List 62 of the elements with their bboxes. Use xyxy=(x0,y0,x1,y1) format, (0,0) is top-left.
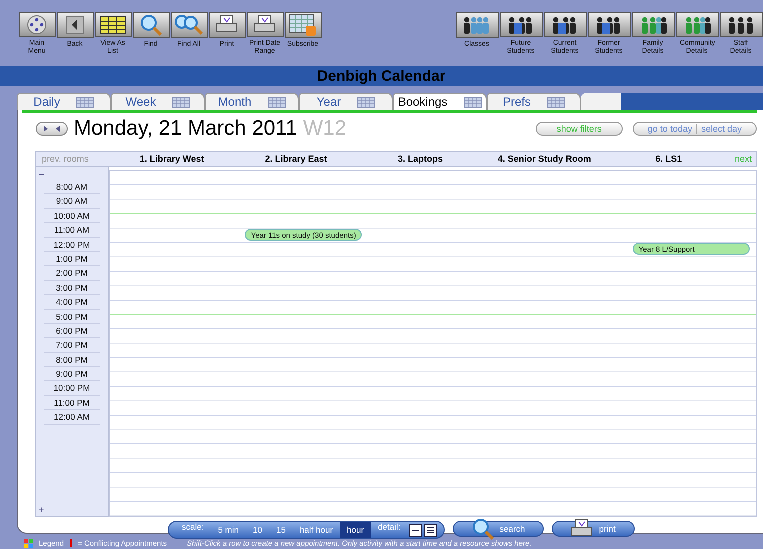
full-detail-icon[interactable] xyxy=(424,524,437,536)
time-label: 11:00 PM xyxy=(44,396,100,410)
magnifiers-icon xyxy=(174,14,204,36)
grid-icon xyxy=(357,96,376,108)
view-tab[interactable]: Week xyxy=(111,93,205,110)
back-icon xyxy=(66,16,84,34)
room-header: 4. Senior Study Room xyxy=(496,154,592,164)
prev-next-arrows-icon[interactable] xyxy=(36,122,68,136)
conflict-marker xyxy=(70,539,72,547)
grid-icon xyxy=(547,96,565,108)
view-tab[interactable]: Daily xyxy=(17,93,111,110)
room-header: 6. LS1 xyxy=(654,154,684,164)
time-label: 6:00 PM xyxy=(44,324,100,338)
time-label: 2:00 PM xyxy=(44,266,100,281)
calendar-title: Denbigh Calendar xyxy=(0,66,763,86)
grid-icon xyxy=(172,96,190,108)
list-icon xyxy=(100,16,126,34)
time-label: 11:00 AM xyxy=(44,223,100,238)
calendar-feed-icon xyxy=(289,14,317,36)
scale-label: scale: xyxy=(181,522,206,534)
view-tab[interactable]: Year xyxy=(299,93,393,110)
room-header: 3. Laptops xyxy=(396,154,444,164)
time-label: 10:00 PM xyxy=(44,381,100,396)
time-label: 8:00 PM xyxy=(44,352,100,368)
view-tab[interactable]: Prefs xyxy=(487,93,581,110)
time-label: 1:00 PM xyxy=(44,252,100,266)
magnifier-icon xyxy=(472,518,494,540)
time-label: 12:00 PM xyxy=(44,238,100,252)
scale-option[interactable]: hour xyxy=(340,522,372,538)
print-button[interactable]: print xyxy=(552,521,635,537)
grid-icon xyxy=(464,96,482,108)
detail-label: detail: xyxy=(377,522,402,534)
scale-option[interactable]: 15 xyxy=(269,522,293,538)
collapse-button[interactable]: – xyxy=(36,167,108,180)
time-label: 7:00 PM xyxy=(44,338,100,353)
week-number: W12 xyxy=(303,117,347,141)
time-label: 9:00 AM xyxy=(44,194,100,209)
time-label: 5:00 PM xyxy=(44,310,100,324)
time-label: 12:00 AM xyxy=(44,410,100,425)
search-button[interactable]: search xyxy=(452,521,544,537)
time-label: 3:00 PM xyxy=(44,280,100,296)
current-date: Monday, 21 March 2011 xyxy=(74,117,298,141)
time-label: 4:00 PM xyxy=(44,295,100,310)
scale-option[interactable]: half hour xyxy=(292,522,340,538)
magnifier-icon xyxy=(140,14,162,36)
view-tab[interactable]: Month xyxy=(205,93,299,110)
menu-icon xyxy=(27,14,47,34)
printer-icon xyxy=(254,14,276,34)
scale-option[interactable]: 10 xyxy=(246,522,270,538)
view-tab[interactable]: Bookings xyxy=(393,93,487,110)
room-header: 1. Library West xyxy=(138,154,206,164)
room-header: 2. Library East xyxy=(264,154,328,164)
grid-icon xyxy=(268,96,286,108)
printer-icon xyxy=(216,15,238,35)
time-label: 10:00 AM xyxy=(44,208,100,224)
scale-option[interactable]: 5 min xyxy=(211,522,246,538)
expand-button[interactable]: + xyxy=(36,503,108,516)
time-label: 9:00 PM xyxy=(44,367,100,382)
compact-detail-icon[interactable] xyxy=(408,524,422,536)
time-label: 8:00 AM xyxy=(44,180,100,194)
grid-icon xyxy=(76,96,94,108)
legend-icon[interactable] xyxy=(24,538,33,548)
